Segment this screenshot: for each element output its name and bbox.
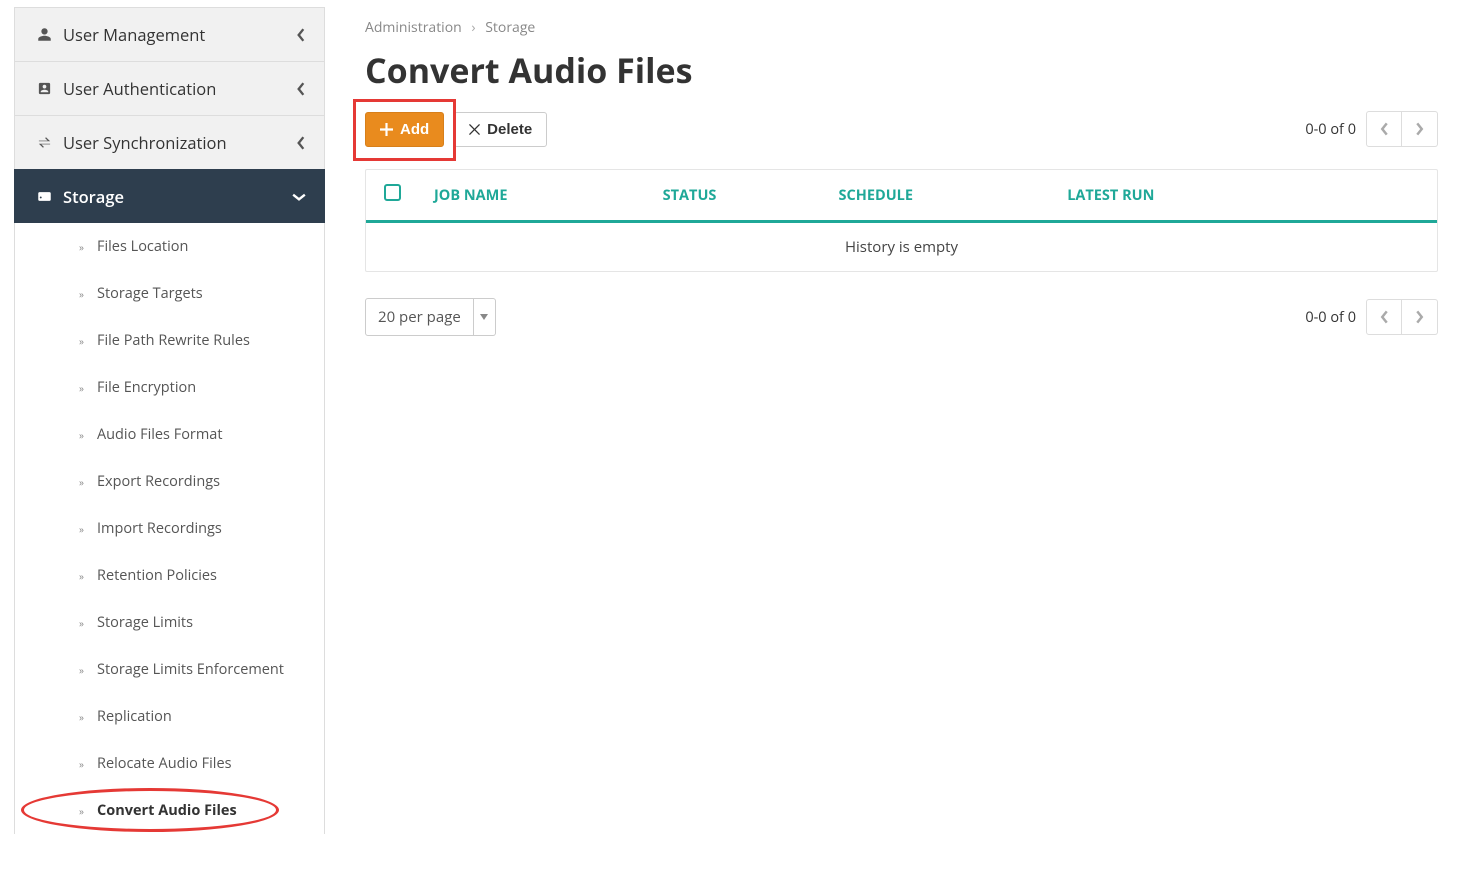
sync-icon bbox=[33, 135, 55, 150]
sidebar-section-label: User Management bbox=[55, 23, 296, 46]
subnav-storage-limits-enforcement[interactable]: »Storage Limits Enforcement bbox=[15, 646, 324, 693]
subnav-label: Export Recordings bbox=[79, 472, 220, 491]
storage-subnav: »Files Location »Storage Targets »File P… bbox=[14, 223, 325, 834]
pager-next-button[interactable] bbox=[1402, 299, 1438, 335]
subnav-label: Storage Targets bbox=[79, 284, 203, 303]
subnav-label: Audio Files Format bbox=[79, 425, 223, 444]
subnav-audio-files-format[interactable]: »Audio Files Format bbox=[15, 411, 324, 458]
pager-range: 0-0 of 0 bbox=[1305, 308, 1356, 327]
double-chevron-icon: » bbox=[79, 287, 84, 301]
chevron-left-icon bbox=[296, 82, 306, 96]
double-chevron-icon: » bbox=[79, 334, 84, 348]
double-chevron-icon: » bbox=[79, 428, 84, 442]
caret-down-icon bbox=[480, 314, 488, 320]
pager-bottom: 0-0 of 0 bbox=[1305, 299, 1438, 335]
subnav-storage-targets[interactable]: »Storage Targets bbox=[15, 270, 324, 317]
toolbar: Add Delete 0-0 of 0 bbox=[365, 111, 1438, 147]
subnav-relocate-audio-files[interactable]: »Relocate Audio Files bbox=[15, 740, 324, 787]
main-content: Administration › Storage Convert Audio F… bbox=[325, 0, 1470, 834]
plus-icon bbox=[380, 123, 393, 136]
jobs-table: Job Name Status Schedule Latest Run Hist… bbox=[365, 169, 1438, 272]
sidebar-section-user-authentication[interactable]: User Authentication bbox=[14, 61, 325, 115]
x-icon bbox=[469, 124, 480, 135]
col-latest-run[interactable]: Latest Run bbox=[1067, 186, 1419, 205]
page-size-label: 20 per page bbox=[365, 298, 474, 336]
table-empty-message: History is empty bbox=[366, 223, 1437, 271]
subnav-label: File Encryption bbox=[79, 378, 196, 397]
hdd-icon bbox=[33, 189, 55, 204]
user-icon bbox=[33, 27, 55, 42]
subnav-label: File Path Rewrite Rules bbox=[79, 331, 250, 350]
add-button-label: Add bbox=[400, 121, 429, 138]
subnav-label: Import Recordings bbox=[79, 519, 222, 538]
subnav-label: Storage Limits Enforcement bbox=[79, 660, 284, 679]
page-title: Convert Audio Files bbox=[365, 47, 1438, 93]
double-chevron-icon: » bbox=[79, 710, 84, 724]
chevron-left-icon bbox=[296, 136, 306, 150]
chevron-left-icon bbox=[296, 28, 306, 42]
col-status[interactable]: Status bbox=[663, 186, 839, 205]
double-chevron-icon: » bbox=[79, 522, 84, 536]
sidebar-section-user-synchronization[interactable]: User Synchronization bbox=[14, 115, 325, 169]
pager-next-button[interactable] bbox=[1402, 111, 1438, 147]
subnav-file-path-rewrite-rules[interactable]: »File Path Rewrite Rules bbox=[15, 317, 324, 364]
sidebar-section-storage[interactable]: Storage bbox=[14, 169, 325, 223]
table-header: Job Name Status Schedule Latest Run bbox=[366, 170, 1437, 223]
subnav-export-recordings[interactable]: »Export Recordings bbox=[15, 458, 324, 505]
subnav-import-recordings[interactable]: »Import Recordings bbox=[15, 505, 324, 552]
subnav-convert-audio-files[interactable]: »Convert Audio Files bbox=[15, 787, 324, 834]
double-chevron-icon: » bbox=[79, 569, 84, 583]
pager-prev-button[interactable] bbox=[1366, 299, 1402, 335]
subnav-file-encryption[interactable]: »File Encryption bbox=[15, 364, 324, 411]
chevron-right-icon bbox=[1415, 310, 1424, 324]
breadcrumb-separator-icon: › bbox=[465, 18, 481, 37]
dropdown-toggle[interactable] bbox=[474, 298, 496, 336]
select-all-checkbox[interactable] bbox=[384, 184, 401, 201]
double-chevron-icon: » bbox=[79, 757, 84, 771]
subnav-label: Retention Policies bbox=[79, 566, 217, 585]
col-job-name[interactable]: Job Name bbox=[424, 186, 663, 205]
breadcrumb: Administration › Storage bbox=[365, 18, 1438, 37]
sidebar: User Management User Authentication User… bbox=[0, 0, 325, 834]
double-chevron-icon: » bbox=[79, 240, 84, 254]
pager-range: 0-0 of 0 bbox=[1305, 120, 1356, 139]
add-button[interactable]: Add bbox=[365, 112, 444, 147]
double-chevron-icon: » bbox=[79, 616, 84, 630]
chevron-right-icon bbox=[1415, 122, 1424, 136]
chevron-left-icon bbox=[1380, 310, 1389, 324]
subnav-replication[interactable]: »Replication bbox=[15, 693, 324, 740]
subnav-retention-policies[interactable]: »Retention Policies bbox=[15, 552, 324, 599]
double-chevron-icon: » bbox=[79, 663, 84, 677]
subnav-storage-limits[interactable]: »Storage Limits bbox=[15, 599, 324, 646]
double-chevron-icon: » bbox=[79, 804, 84, 818]
subnav-label: Storage Limits bbox=[79, 613, 193, 632]
subnav-label: Convert Audio Files bbox=[79, 801, 237, 820]
pager-top: 0-0 of 0 bbox=[1305, 111, 1438, 147]
delete-button-label: Delete bbox=[487, 121, 532, 138]
col-schedule[interactable]: Schedule bbox=[839, 186, 1068, 205]
breadcrumb-part[interactable]: Storage bbox=[485, 18, 535, 37]
pager-prev-button[interactable] bbox=[1366, 111, 1402, 147]
sidebar-section-user-management[interactable]: User Management bbox=[14, 7, 325, 61]
delete-button[interactable]: Delete bbox=[454, 112, 547, 147]
breadcrumb-part[interactable]: Administration bbox=[365, 18, 462, 37]
subnav-label: Files Location bbox=[79, 237, 188, 256]
table-footer: 20 per page 0-0 of 0 bbox=[365, 298, 1438, 336]
subnav-label: Replication bbox=[79, 707, 172, 726]
double-chevron-icon: » bbox=[79, 381, 84, 395]
sidebar-section-label: User Synchronization bbox=[55, 131, 296, 154]
double-chevron-icon: » bbox=[79, 475, 84, 489]
chevron-left-icon bbox=[1380, 122, 1389, 136]
id-badge-icon bbox=[33, 81, 55, 96]
sidebar-section-label: User Authentication bbox=[55, 77, 296, 100]
chevron-down-icon bbox=[292, 192, 306, 202]
subnav-label: Relocate Audio Files bbox=[79, 754, 232, 773]
page-size-select[interactable]: 20 per page bbox=[365, 298, 496, 336]
subnav-files-location[interactable]: »Files Location bbox=[15, 223, 324, 270]
sidebar-section-label: Storage bbox=[55, 185, 292, 208]
